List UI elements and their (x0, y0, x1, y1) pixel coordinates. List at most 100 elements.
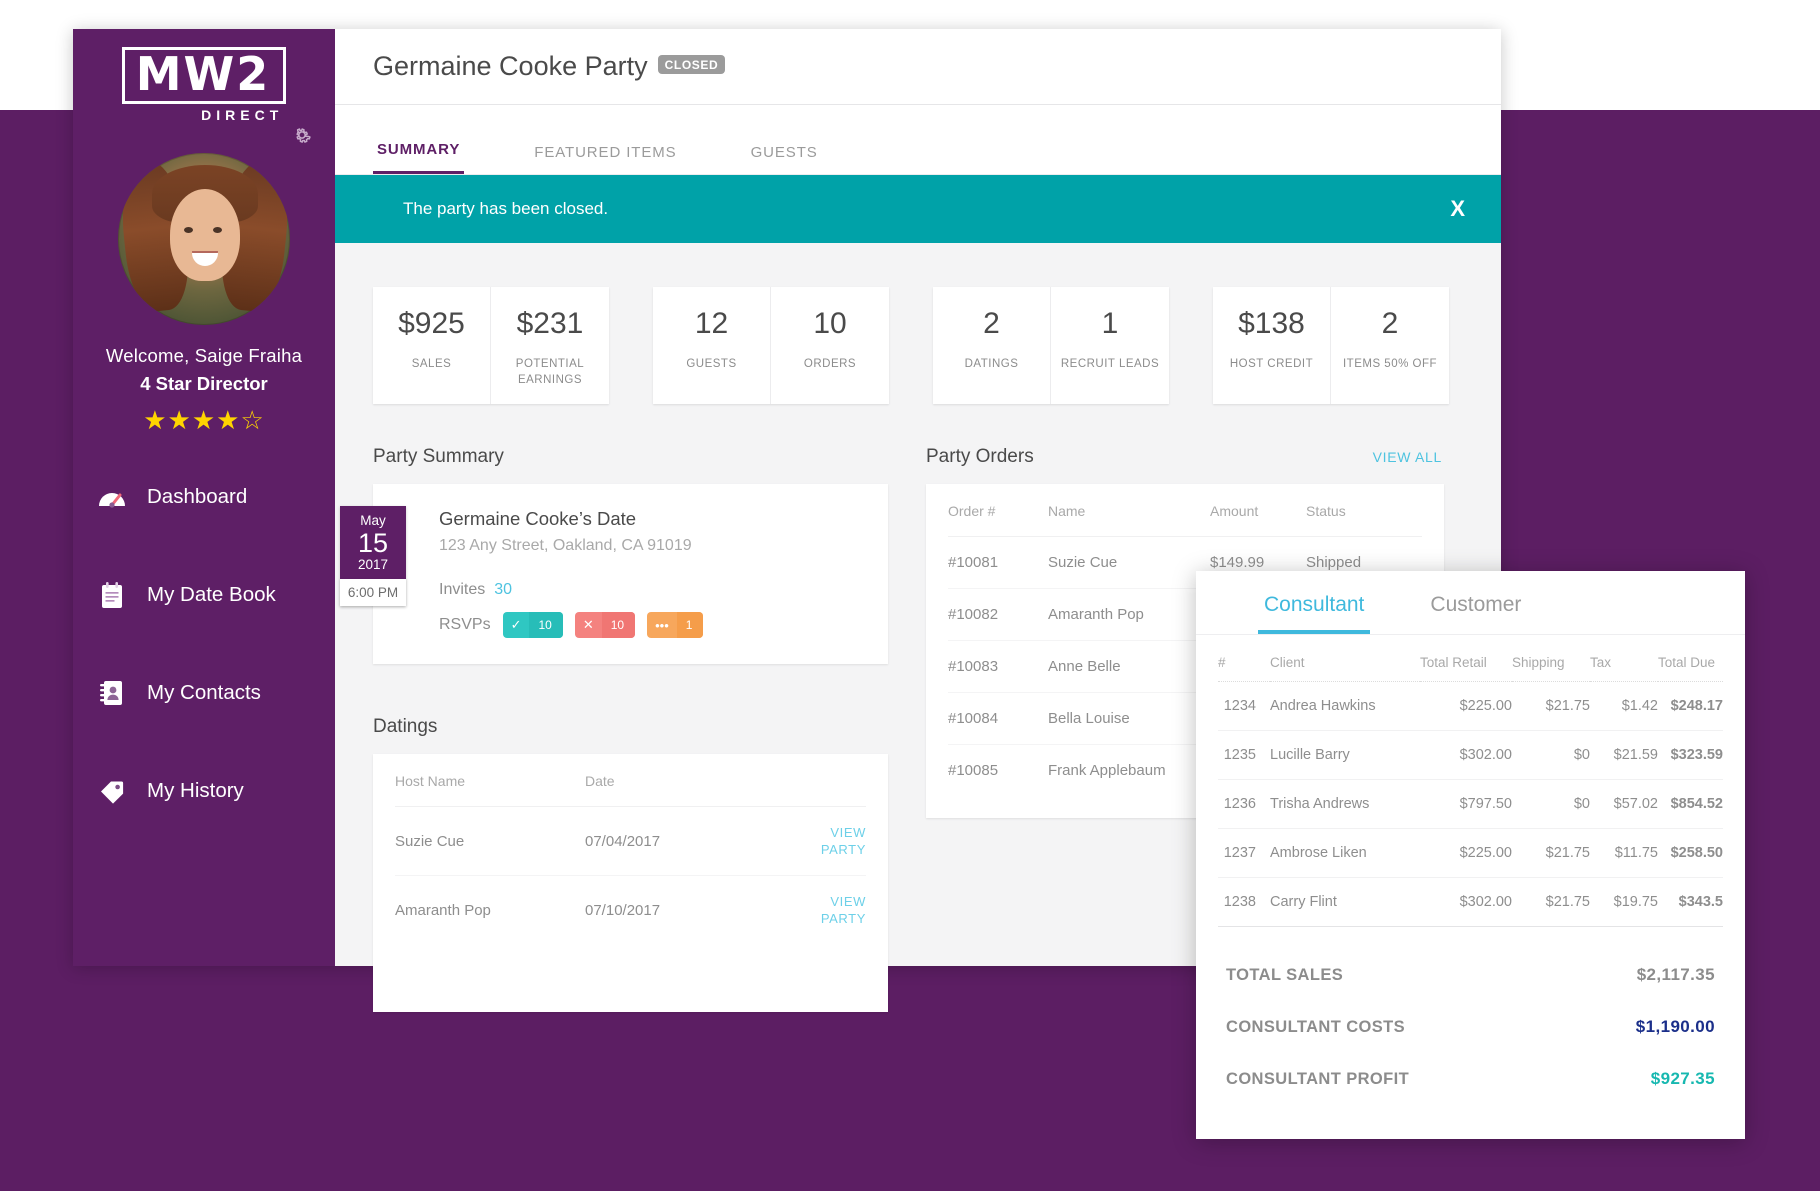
row-shipping: $21.75 (1512, 828, 1590, 878)
col-order-number: Order # (948, 484, 1048, 538)
invites-count[interactable]: 30 (494, 581, 512, 598)
row-retail: $225.00 (1420, 828, 1512, 878)
table-row: 1237 Ambrose Liken $225.00 $21.75 $11.75… (1218, 828, 1723, 878)
party-details: Germaine Cooke’s Date 123 Any Street, Oa… (373, 484, 704, 664)
tab-guests[interactable]: GUESTS (747, 144, 822, 174)
tab-customer[interactable]: Customer (1424, 593, 1527, 634)
contacts-book-icon (95, 678, 129, 708)
rsvp-count-yes: 10 (529, 612, 563, 639)
col-amount: Amount (1210, 484, 1306, 538)
order-number[interactable]: #10083 (948, 640, 1048, 694)
section-title: Party Orders (926, 446, 1034, 468)
stat-datings: 2 DATINGS (933, 287, 1051, 405)
row-number[interactable]: 1234 (1218, 681, 1270, 731)
stat-guests: 12 GUESTS (653, 287, 771, 405)
consultant-profit-label: CONSULTANT PROFIT (1226, 1069, 1410, 1088)
row-client: Ambrose Liken (1270, 828, 1420, 878)
stat-potential-earnings: $231 POTENTIAL EARNINGS (491, 287, 609, 404)
row-number[interactable]: 1235 (1218, 730, 1270, 780)
sidebar-item-my-history[interactable]: My History (73, 763, 335, 819)
sidebar-item-my-date-book[interactable]: My Date Book (73, 567, 335, 623)
order-number[interactable]: #10084 (948, 692, 1048, 746)
row-retail: $225.00 (1420, 681, 1512, 731)
stat-label: POTENTIAL EARNINGS (515, 358, 585, 386)
party-address: 123 Any Street, Oakland, CA 91019 (439, 537, 692, 555)
col-status: Status (1306, 484, 1422, 538)
star-filled-3: ★ (191, 405, 217, 435)
tab-featured-items[interactable]: FEATURED ITEMS (530, 144, 680, 174)
date-year: 2017 (357, 557, 389, 573)
stat-sales: $925 SALES (373, 287, 491, 405)
star-empty-5: ☆ (240, 405, 265, 435)
col-total-due: Total Due (1658, 635, 1723, 682)
consultant-profit-row: CONSULTANT PROFIT $927.35 (1226, 1053, 1715, 1105)
stat-value: $925 (398, 307, 465, 340)
order-name: Frank Applebaum (1048, 762, 1166, 780)
notification-banner: The party has been closed. X (335, 175, 1501, 243)
total-sales-value: $2,117.35 (1636, 965, 1715, 984)
row-client: Carry Flint (1270, 877, 1420, 927)
rsvp-pill-yes[interactable]: ✓ 10 (502, 612, 563, 639)
row-shipping: $0 (1512, 730, 1590, 780)
stat-items-50-off: 2 ITEMS 50% OFF (1331, 287, 1449, 404)
row-number[interactable]: 1236 (1218, 779, 1270, 829)
stat-label: ITEMS 50% OFF (1342, 358, 1438, 370)
gear-icon[interactable] (291, 124, 313, 146)
rsvp-pill-maybe[interactable]: ••• 1 (647, 612, 704, 639)
stat-label: SALES (411, 358, 452, 370)
table-row: 1235 Lucille Barry $302.00 $0 $21.59 $32… (1218, 730, 1723, 780)
banner-message: The party has been closed. (403, 199, 609, 218)
row-total-due: $258.50 (1658, 828, 1723, 878)
row-client: Trisha Andrews (1270, 779, 1420, 829)
table-row: 1234 Andrea Hawkins $225.00 $21.75 $1.42… (1218, 681, 1723, 731)
view-party-link[interactable]: VIEW PARTY (821, 894, 866, 926)
dating-date: 07/04/2017 (585, 806, 785, 877)
stat-label: DATINGS (964, 358, 1019, 370)
row-total-due: $343.5 (1658, 877, 1723, 927)
total-sales-label: TOTAL SALES (1226, 965, 1344, 984)
stat-card-guests-orders: 12 GUESTS 10 ORDERS (653, 287, 889, 405)
sidebar-item-label: My Date Book (147, 583, 276, 606)
date-time: 6:00 PM (340, 579, 406, 607)
order-number[interactable]: #10082 (948, 588, 1048, 642)
star-filled-2: ★ (167, 405, 192, 435)
view-all-link[interactable]: VIEW ALL (1373, 449, 1442, 465)
date-day: 15 (357, 528, 389, 559)
row-client: Andrea Hawkins (1270, 681, 1420, 731)
order-name: Anne Belle (1048, 640, 1210, 694)
stat-value: 1 (1101, 307, 1119, 340)
notepad-icon (95, 580, 129, 610)
tab-consultant[interactable]: Consultant (1258, 593, 1371, 634)
row-tax: $57.02 (1590, 779, 1658, 829)
date-month: May (360, 513, 386, 529)
order-number[interactable]: #10081 (948, 536, 1048, 590)
sidebar-item-my-contacts[interactable]: My Contacts (73, 665, 335, 721)
row-tax: $1.42 (1590, 681, 1658, 731)
col-action (785, 754, 866, 808)
row-total-due: $854.52 (1658, 779, 1723, 829)
row-shipping: $21.75 (1512, 877, 1590, 927)
invites-label: Invites (439, 581, 486, 599)
page-title-text: Germaine Cooke Party (373, 51, 648, 81)
sidebar-item-dashboard[interactable]: Dashboard (73, 469, 335, 525)
rsvp-pill-no[interactable]: ✕ 10 (574, 612, 636, 639)
stat-label: GUESTS (686, 358, 737, 370)
row-number[interactable]: 1238 (1218, 877, 1270, 927)
view-party-link[interactable]: VIEW PARTY (821, 825, 866, 857)
close-icon[interactable]: X (1450, 196, 1465, 222)
row-number[interactable]: 1237 (1218, 828, 1270, 878)
overlay-table-wrap: # Client Total Retail Shipping Tax Total… (1196, 635, 1745, 927)
order-number[interactable]: #10085 (948, 745, 1048, 797)
brand-logo[interactable]: MW2 DIRECT (73, 47, 335, 125)
invites-row: Invites 30 (439, 581, 703, 599)
x-icon: ✕ (582, 617, 594, 633)
col-host-name: Host Name (395, 754, 585, 808)
consultant-costs-label: CONSULTANT COSTS (1226, 1017, 1406, 1036)
stat-value: $231 (516, 307, 584, 340)
tab-summary[interactable]: SUMMARY (373, 141, 465, 174)
stat-host-credit: $138 HOST CREDIT (1213, 287, 1331, 405)
tabbar: SUMMARY FEATURED ITEMS GUESTS (335, 105, 1501, 175)
total-sales-row: TOTAL SALES $2,117.35 (1226, 949, 1715, 1001)
logo-subtitle: DIRECT (201, 107, 284, 123)
table-header-row: # Client Total Retail Shipping Tax Total… (1218, 635, 1723, 682)
